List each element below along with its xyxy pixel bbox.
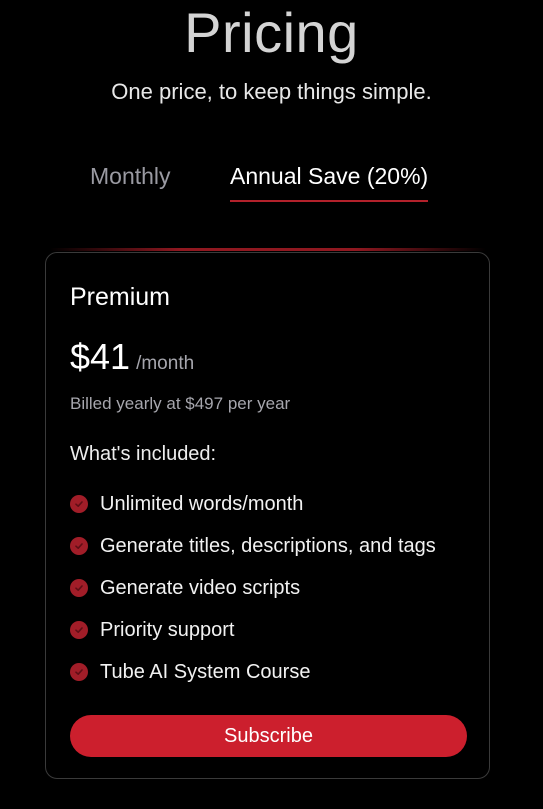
price-period: /month — [136, 353, 195, 374]
check-circle-icon — [70, 663, 88, 681]
pricing-card: Premium $41 /month Billed yearly at $497… — [45, 252, 490, 779]
check-circle-icon — [70, 621, 88, 639]
tab-monthly[interactable]: Monthly — [90, 158, 171, 194]
feature-label: Unlimited words/month — [100, 493, 304, 515]
feature-item: Generate video scripts — [70, 567, 436, 609]
plan-name: Premium — [70, 283, 171, 311]
feature-label: Generate video scripts — [100, 577, 301, 599]
price-row: $41 /month — [70, 335, 194, 379]
subscribe-button[interactable]: Subscribe — [70, 715, 467, 757]
feature-item: Tube AI System Course — [70, 651, 436, 693]
page-subtitle: One price, to keep things simple. — [111, 79, 432, 104]
card-top-glow — [50, 248, 486, 251]
feature-item: Unlimited words/month — [70, 483, 436, 525]
feature-item: Generate titles, descriptions, and tags — [70, 525, 436, 567]
check-circle-icon — [70, 579, 88, 597]
billing-tabs: Monthly Annual Save (20%) — [0, 158, 543, 204]
billing-note: Billed yearly at $497 per year — [70, 394, 291, 413]
feature-list: Unlimited words/month Generate titles, d… — [70, 483, 436, 693]
tab-annual[interactable]: Annual Save (20%) — [230, 158, 429, 202]
feature-label: Generate titles, descriptions, and tags — [100, 535, 436, 557]
feature-label: Priority support — [100, 619, 235, 641]
page-title: Pricing — [184, 1, 359, 64]
feature-item: Priority support — [70, 609, 436, 651]
plan-price: $41 — [70, 336, 131, 377]
included-heading: What's included: — [70, 443, 217, 465]
feature-label: Tube AI System Course — [100, 661, 311, 683]
check-circle-icon — [70, 495, 88, 513]
check-circle-icon — [70, 537, 88, 555]
